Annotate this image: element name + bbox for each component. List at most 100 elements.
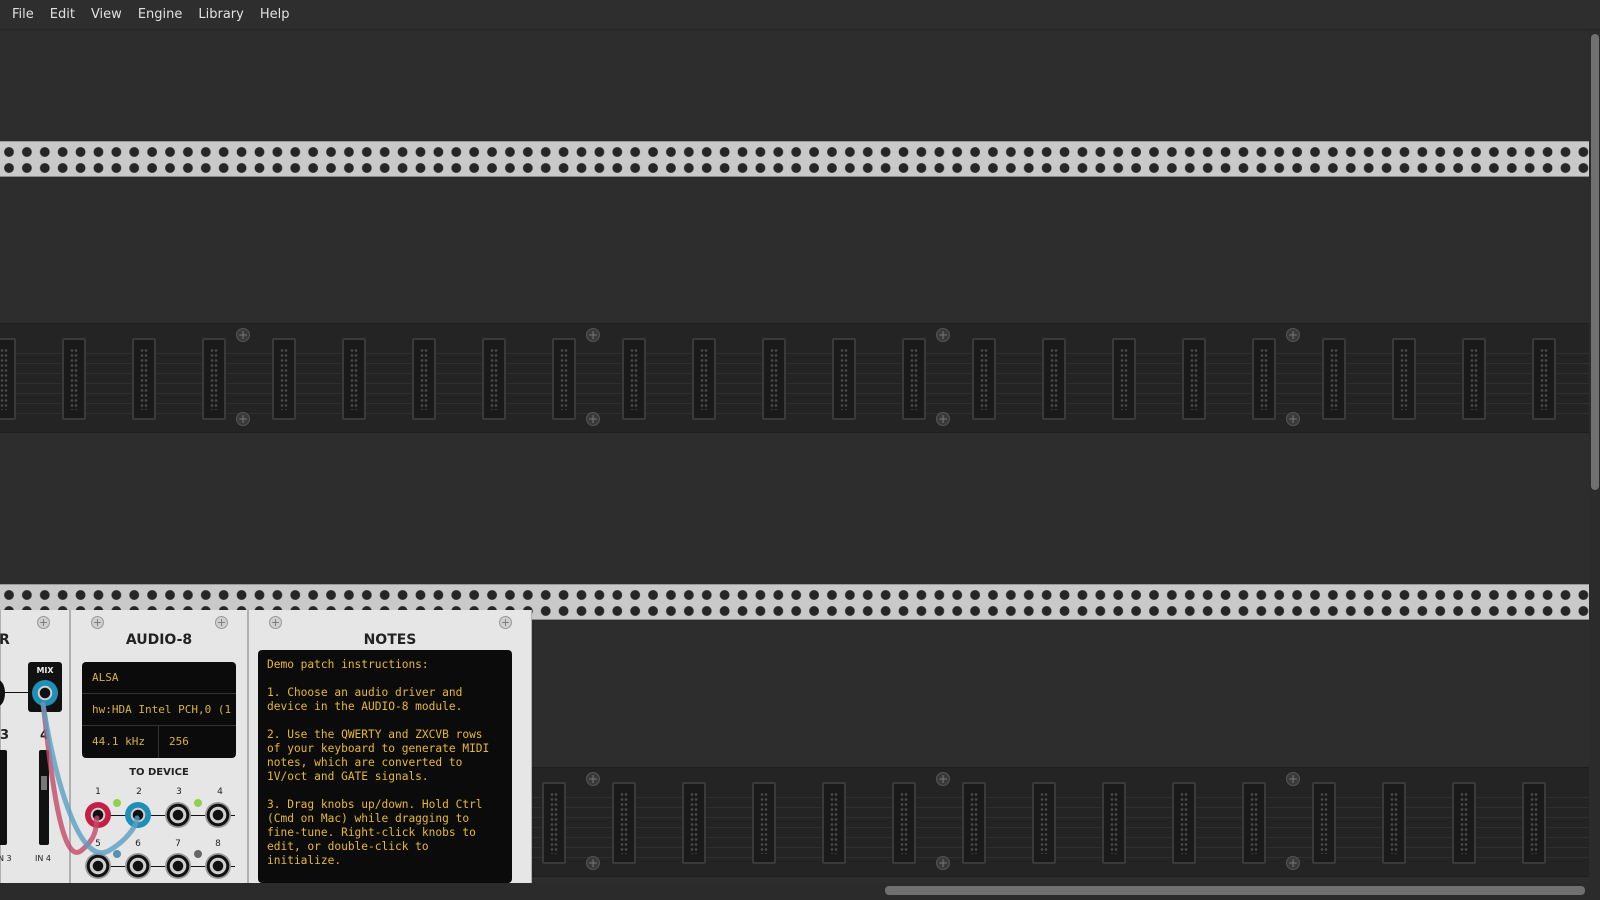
blank-slot [1452, 782, 1476, 864]
screw-icon: + [236, 412, 250, 426]
blank-slot [1042, 338, 1066, 420]
menu-view[interactable]: View [84, 0, 129, 30]
level-led [113, 850, 121, 858]
input-4-label: IN 4 [35, 854, 51, 863]
blank-slot [1532, 338, 1556, 420]
blank-slot [892, 782, 916, 864]
to-device-label: TO DEVICE [129, 767, 189, 778]
screw-icon: + [269, 616, 282, 629]
blank-slot [762, 338, 786, 420]
blank-slot [1522, 782, 1546, 864]
blank-slot [1172, 782, 1196, 864]
screw-icon: + [1286, 412, 1300, 426]
block-size-selector[interactable]: 256 [159, 726, 236, 758]
screw-icon: + [499, 616, 512, 629]
blank-slot [62, 338, 86, 420]
audio-8-module[interactable]: + + AUDIO-8 ALSA hw:HDA Intel PCH,0 (1 4… [70, 610, 248, 883]
blank-slot [902, 338, 926, 420]
blank-slot [1112, 338, 1136, 420]
horizontal-scrollbar-thumb[interactable] [885, 886, 1585, 895]
module-title: AUDIO-8 [125, 632, 193, 648]
blank-slot [1392, 338, 1416, 420]
menu-library[interactable]: Library [191, 0, 250, 30]
blank-slot [752, 782, 776, 864]
blank-slot [972, 338, 996, 420]
module-title: R [0, 632, 10, 648]
screw-icon: + [1286, 772, 1300, 786]
blank-slot [132, 338, 156, 420]
blank-slot [1252, 338, 1276, 420]
screw-icon: + [1286, 328, 1300, 342]
empty-rack-row[interactable]: + + + + + + [530, 767, 1589, 877]
blank-slot [682, 782, 706, 864]
jack-number-label: 1 [95, 787, 101, 797]
jack-number-label: 6 [135, 839, 141, 849]
blank-slot [962, 782, 986, 864]
mixer-module[interactable]: R + MIX 3 4 N 3 IN 4 [0, 610, 70, 883]
audio-device-selector[interactable]: hw:HDA Intel PCH,0 (1 [82, 694, 236, 726]
blank-slot [1312, 782, 1336, 864]
screw-icon: + [586, 856, 600, 870]
screw-icon: + [1286, 856, 1300, 870]
blank-slot [202, 338, 226, 420]
input-jack-2[interactable] [125, 802, 151, 828]
menu-bar: File Edit View Engine Library Help [0, 0, 1600, 30]
blank-slot [412, 338, 436, 420]
audio-device-display: ALSA hw:HDA Intel PCH,0 (1 44.1 kHz 256 [82, 662, 236, 758]
jack-number-label: 4 [217, 787, 223, 797]
input-jack-4[interactable] [205, 802, 231, 828]
blank-slot [1382, 782, 1406, 864]
sample-rate-selector[interactable]: 44.1 kHz [82, 726, 159, 758]
notes-text-area[interactable]: Demo patch instructions: 1. Choose an au… [258, 650, 512, 883]
screw-icon: + [586, 412, 600, 426]
fader-3[interactable] [0, 750, 7, 845]
screw-icon: + [936, 412, 950, 426]
vertical-scrollbar-thumb[interactable] [1591, 34, 1599, 490]
level-led [113, 799, 121, 807]
screw-icon: + [936, 856, 950, 870]
screw-icon: + [91, 616, 104, 629]
jack-number-label: 7 [175, 839, 181, 849]
blank-slot [342, 338, 366, 420]
jack-number-label: 2 [136, 787, 142, 797]
input-3-label: N 3 [0, 854, 12, 863]
blank-slot [822, 782, 846, 864]
fader-4[interactable] [39, 750, 49, 845]
blank-slot [1462, 338, 1486, 420]
blank-slot [692, 338, 716, 420]
blank-slot [272, 338, 296, 420]
mix-output-jack[interactable] [32, 680, 58, 706]
input-jack-5[interactable] [85, 853, 111, 879]
menu-help[interactable]: Help [253, 0, 297, 30]
menu-edit[interactable]: Edit [43, 0, 82, 30]
blank-slot [1102, 782, 1126, 864]
empty-rack-row[interactable]: + + + + + + + + [0, 323, 1589, 433]
input-jack-7[interactable] [165, 853, 191, 879]
input-jack-3[interactable] [165, 802, 191, 828]
screw-icon: + [37, 616, 50, 629]
rack-rail [0, 141, 1589, 177]
audio-driver-selector[interactable]: ALSA [82, 662, 236, 694]
blank-slot [542, 782, 566, 864]
blank-slot [552, 338, 576, 420]
menu-engine[interactable]: Engine [131, 0, 190, 30]
blank-slot [622, 338, 646, 420]
screw-icon: + [215, 616, 228, 629]
blank-slot [482, 338, 506, 420]
input-jack-1[interactable] [85, 802, 111, 828]
screw-icon: + [936, 772, 950, 786]
input-jack-8[interactable] [205, 853, 231, 879]
blank-slot [1322, 338, 1346, 420]
module-title: NOTES [363, 632, 417, 648]
blank-slot [0, 338, 16, 420]
blank-slot [832, 338, 856, 420]
screw-icon: + [586, 328, 600, 342]
jack-number-label: 8 [215, 839, 221, 849]
channel-3-label: 3 [0, 728, 10, 743]
input-jack-6[interactable] [125, 853, 151, 879]
menu-file[interactable]: File [5, 0, 41, 30]
jack-number-label: 3 [176, 787, 182, 797]
mix-output-panel: MIX [28, 662, 62, 712]
level-led [194, 799, 202, 807]
blank-slot [612, 782, 636, 864]
